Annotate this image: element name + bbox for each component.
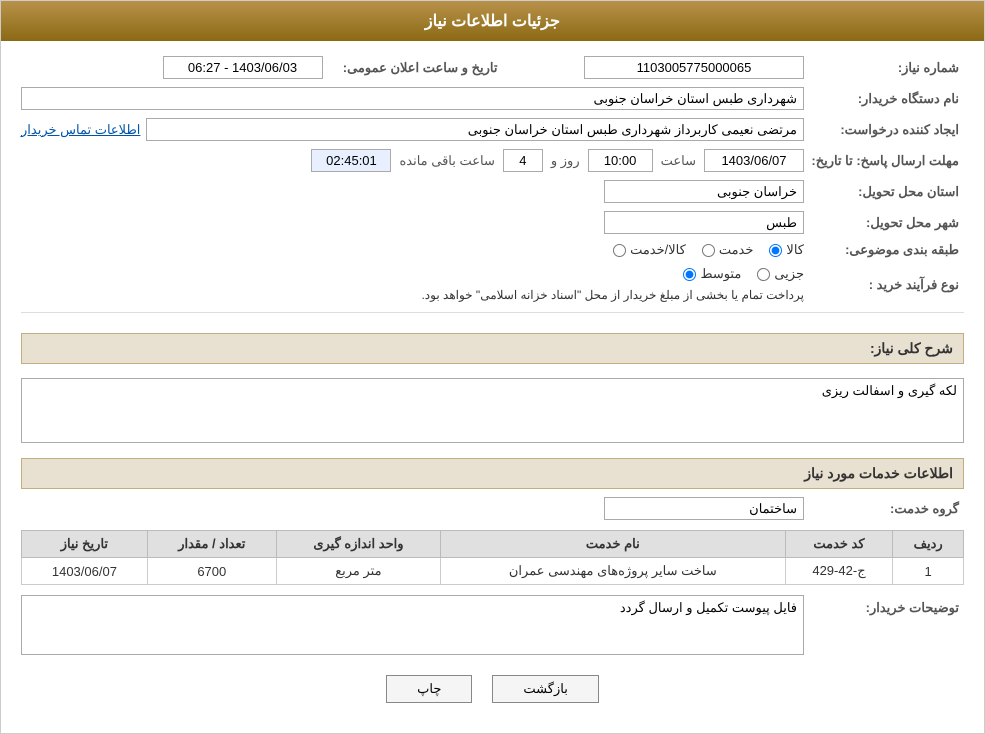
table-header-row: ردیف کد خدمت نام خدمت واحد اندازه گیری ت… — [22, 531, 964, 558]
services-section-title: اطلاعات خدمات مورد نیاز — [21, 458, 964, 489]
creator-row: ایجاد کننده درخواست: اطلاعات تماس خریدار — [21, 118, 964, 141]
cell-quantity: 6700 — [147, 558, 276, 585]
page-header: جزئیات اطلاعات نیاز — [1, 1, 984, 41]
category-value-cell: کالا/خدمت خدمت کالا — [21, 242, 804, 258]
buyer-org-row: نام دستگاه خریدار: — [21, 87, 964, 110]
response-days-input[interactable] — [503, 149, 543, 172]
city-value-cell — [21, 211, 804, 234]
buyer-notes-row: توضیحات خریدار: فایل پیوست تکمیل و ارسال… — [21, 595, 964, 655]
response-date-input[interactable] — [704, 149, 804, 172]
process-jozi[interactable]: جزیی — [757, 266, 804, 282]
province-value-cell — [21, 180, 804, 203]
cell-date: 1403/06/07 — [22, 558, 148, 585]
process-value-cell: متوسط جزیی پرداخت تمام یا بخشی از مبلغ خ… — [21, 266, 804, 304]
cell-row: 1 — [893, 558, 964, 585]
time-row: ساعت روز و ساعت باقی مانده — [311, 149, 804, 172]
buyer-notes-textarea[interactable]: فایل پیوست تکمیل و ارسال گردد — [21, 595, 804, 655]
city-row: شهر محل تحویل: — [21, 211, 964, 234]
process-motaset[interactable]: متوسط — [683, 266, 741, 282]
description-label: شرح کلی نیاز: — [870, 340, 953, 356]
creator-label: ایجاد کننده درخواست: — [804, 122, 964, 138]
province-input[interactable] — [604, 180, 804, 203]
process-motaset-label: متوسط — [700, 266, 741, 282]
process-motaset-radio[interactable] — [683, 268, 696, 281]
need-number-value-cell — [503, 56, 805, 79]
button-row: بازگشت چاپ — [21, 675, 964, 703]
response-time-input[interactable] — [588, 149, 653, 172]
need-number-input[interactable] — [584, 56, 804, 79]
col-unit: واحد اندازه گیری — [276, 531, 440, 558]
col-code: کد خدمت — [785, 531, 893, 558]
col-date: تاریخ نیاز — [22, 531, 148, 558]
announce-input[interactable] — [163, 56, 323, 79]
category-kala[interactable]: کالا — [769, 242, 804, 258]
cell-code: ج-42-429 — [785, 558, 893, 585]
description-container: لکه گیری و اسفالت ریزی — [21, 378, 964, 446]
category-khidmat-radio[interactable] — [702, 244, 715, 257]
process-radio-group: متوسط جزیی — [683, 266, 804, 282]
cell-name: ساخت سایر پروژه‌های مهندسی عمران — [441, 558, 786, 585]
need-number-label: شماره نیاز: — [804, 60, 964, 76]
creator-value-cell: اطلاعات تماس خریدار — [21, 118, 804, 141]
category-kala-khidmat-radio[interactable] — [613, 244, 626, 257]
process-jozi-label: جزیی — [774, 266, 804, 282]
services-title: اطلاعات خدمات مورد نیاز — [804, 465, 953, 481]
time-label: ساعت — [661, 153, 696, 169]
services-table-section: ردیف کد خدمت نام خدمت واحد اندازه گیری ت… — [21, 530, 964, 585]
category-khidmat[interactable]: خدمت — [702, 242, 754, 258]
category-label: طبقه بندی موضوعی: — [804, 242, 964, 258]
cell-unit: متر مربع — [276, 558, 440, 585]
announce-value-cell — [21, 56, 323, 79]
deadline-row: مهلت ارسال پاسخ: تا تاریخ: ساعت روز و سا… — [21, 149, 964, 172]
process-row: نوع فرآیند خرید : متوسط جزیی پرداخت تمام… — [21, 266, 964, 304]
category-khidmat-label: خدمت — [719, 242, 754, 258]
buyer-org-label: نام دستگاه خریدار: — [804, 91, 964, 107]
category-radio-group: کالا/خدمت خدمت کالا — [613, 242, 804, 258]
services-table: ردیف کد خدمت نام خدمت واحد اندازه گیری ت… — [21, 530, 964, 585]
announce-label: تاریخ و ساعت اعلان عمومی: — [323, 60, 503, 76]
print-button[interactable]: چاپ — [386, 675, 472, 703]
col-quantity: تعداد / مقدار — [147, 531, 276, 558]
col-name: نام خدمت — [441, 531, 786, 558]
description-textarea[interactable]: لکه گیری و اسفالت ریزی — [21, 378, 964, 443]
buyer-org-input[interactable] — [21, 87, 804, 110]
col-row: ردیف — [893, 531, 964, 558]
city-label: شهر محل تحویل: — [804, 215, 964, 231]
deadline-value-cell: ساعت روز و ساعت باقی مانده — [21, 149, 804, 172]
days-label: روز و — [551, 153, 580, 169]
page-wrapper: جزئیات اطلاعات نیاز شماره نیاز: تاریخ و … — [0, 0, 985, 734]
process-description: پرداخت تمام یا بخشی از مبلغ خریدار از مح… — [421, 286, 804, 304]
page-title: جزئیات اطلاعات نیاز — [425, 13, 560, 30]
province-row: استان محل تحویل: — [21, 180, 964, 203]
process-jozi-radio[interactable] — [757, 268, 770, 281]
category-kala-label: کالا — [786, 242, 804, 258]
description-section-title: شرح کلی نیاز: — [21, 333, 964, 364]
remaining-time-input[interactable] — [311, 149, 391, 172]
need-number-row: شماره نیاز: تاریخ و ساعت اعلان عمومی: — [21, 56, 964, 79]
service-group-value-cell — [21, 497, 804, 520]
category-row: طبقه بندی موضوعی: کالا/خدمت خدمت کالا — [21, 242, 964, 258]
service-group-row: گروه خدمت: — [21, 497, 964, 520]
process-label: نوع فرآیند خرید : — [804, 277, 964, 293]
buyer-notes-label: توضیحات خریدار: — [804, 595, 964, 616]
buyer-notes-value-cell: فایل پیوست تکمیل و ارسال گردد — [21, 595, 804, 655]
back-button[interactable]: بازگشت — [492, 675, 598, 703]
buyer-org-value-cell — [21, 87, 804, 110]
category-kala-khidmat-label: کالا/خدمت — [630, 242, 686, 258]
description-row: شرح کلی نیاز: — [21, 321, 964, 370]
category-kala-khidmat[interactable]: کالا/خدمت — [613, 242, 686, 258]
content-area: شماره نیاز: تاریخ و ساعت اعلان عمومی: نا… — [1, 41, 984, 733]
contact-link[interactable]: اطلاعات تماس خریدار — [21, 122, 140, 138]
deadline-label: مهلت ارسال پاسخ: تا تاریخ: — [804, 153, 964, 169]
service-group-label: گروه خدمت: — [804, 501, 964, 517]
city-input[interactable] — [604, 211, 804, 234]
table-row: 1 ج-42-429 ساخت سایر پروژه‌های مهندسی عم… — [22, 558, 964, 585]
service-group-input[interactable] — [604, 497, 804, 520]
creator-input[interactable] — [146, 118, 804, 141]
category-kala-radio[interactable] — [769, 244, 782, 257]
remaining-label: ساعت باقی مانده — [399, 153, 494, 169]
province-label: استان محل تحویل: — [804, 184, 964, 200]
